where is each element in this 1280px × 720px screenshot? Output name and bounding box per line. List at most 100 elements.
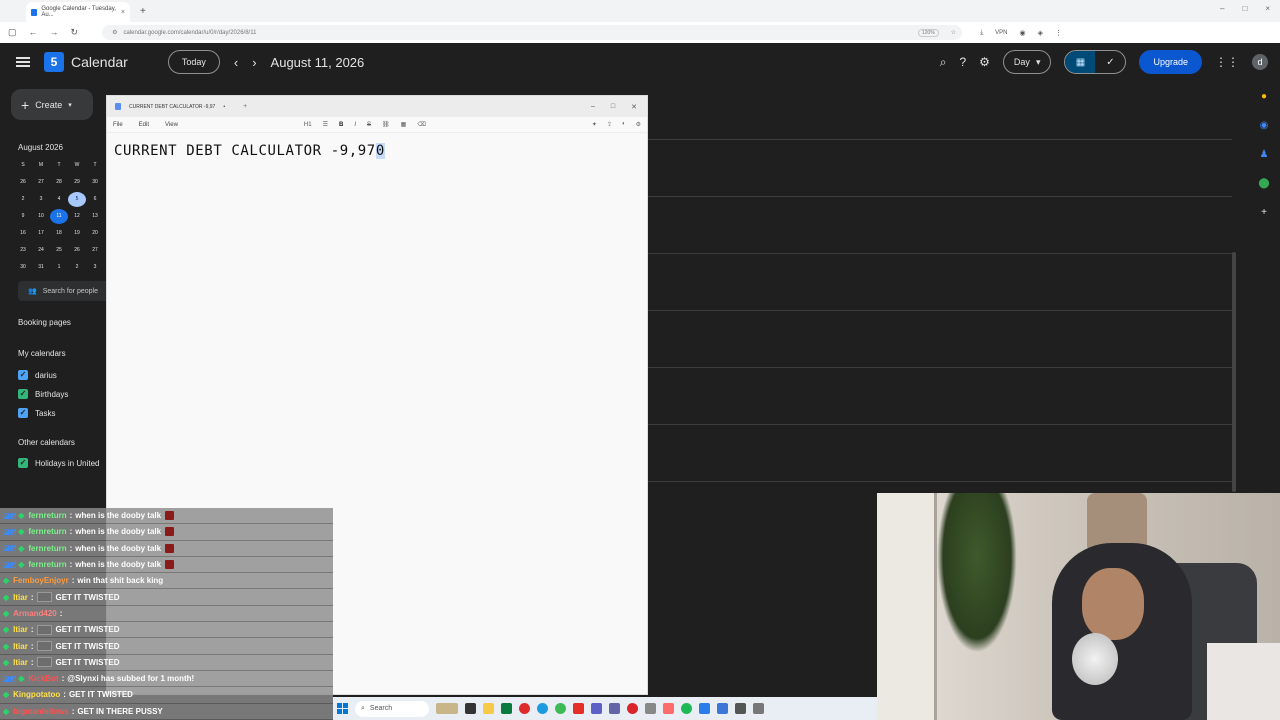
chat-username[interactable]: Kingpotatoo [13, 690, 60, 699]
calendar-item-birthdays[interactable]: ✓ Birthdays [18, 389, 68, 399]
avatar[interactable]: d [1252, 54, 1268, 70]
next-day-icon[interactable]: › [252, 55, 256, 70]
address-bar[interactable]: ⚙ calendar.google.com/calendar/u/0/r/day… [102, 25, 963, 40]
tasks-icon[interactable]: ◉ [1260, 120, 1269, 131]
copilot-icon[interactable]: ✦ [592, 121, 597, 128]
heading-select[interactable]: H1 [304, 122, 312, 128]
mini-day[interactable]: 19 [68, 226, 86, 241]
link-icon[interactable]: ⛓ [382, 121, 390, 128]
chat-username[interactable]: Itiar [13, 642, 28, 651]
opera-icon[interactable] [519, 703, 530, 714]
mini-day[interactable]: 29 [68, 175, 86, 190]
chat-username[interactable]: Itiar [13, 593, 28, 602]
forward-icon[interactable]: → [50, 27, 59, 38]
mini-day-today[interactable]: 11 [50, 209, 68, 224]
chat-username[interactable]: Itiar [13, 625, 28, 634]
chat-username[interactable]: KickBot [28, 674, 58, 683]
youtube-icon[interactable] [573, 703, 584, 714]
app-icon[interactable] [501, 703, 512, 714]
search-people-input[interactable]: 👥 Search for people [18, 281, 106, 301]
apps-grid-icon[interactable]: ⋮⋮ [1215, 55, 1239, 69]
day-grid[interactable] [648, 95, 1232, 495]
mini-day[interactable]: 31 [32, 260, 50, 275]
unsaved-dot-icon[interactable]: • [223, 104, 225, 110]
share-icon[interactable]: ⇪ [607, 121, 612, 128]
mini-day[interactable]: 3 [86, 260, 104, 275]
chat-username[interactable]: fernreturn [28, 511, 66, 520]
app-icon[interactable] [717, 703, 728, 714]
mini-day[interactable]: 20 [86, 226, 104, 241]
maximize-icon[interactable]: □ [1242, 4, 1247, 13]
mini-day[interactable]: 3 [32, 192, 50, 207]
vpn-button[interactable]: VPN [995, 30, 1007, 36]
mini-day[interactable]: 27 [86, 243, 104, 258]
mini-day[interactable]: 12 [68, 209, 86, 224]
other-calendars-heading[interactable]: Other calendars [18, 438, 75, 447]
list-icon[interactable]: ☰ [323, 121, 328, 128]
settings-gear-icon[interactable] [735, 703, 746, 714]
checkbox-icon[interactable]: ✓ [18, 458, 28, 468]
app-icon[interactable] [609, 703, 620, 714]
bold-icon[interactable]: B [339, 122, 343, 128]
mini-day[interactable]: 16 [14, 226, 32, 241]
calendar-view-icon[interactable]: ▦ [1065, 51, 1096, 73]
wallet-icon[interactable]: ◉ [1020, 29, 1026, 37]
close-window-icon[interactable]: × [1265, 4, 1270, 13]
strikethrough-icon[interactable]: S [367, 122, 371, 128]
help-icon[interactable]: ? [959, 55, 966, 69]
site-info-icon[interactable]: ⚙ [112, 29, 117, 36]
create-button[interactable]: + Create ▾ [11, 89, 93, 120]
settings-gear-icon[interactable]: ⚙ [636, 121, 641, 128]
mini-day[interactable]: 26 [68, 243, 86, 258]
chat-username[interactable]: bigmanfellows [13, 707, 69, 716]
mini-day[interactable]: 18 [50, 226, 68, 241]
mini-day[interactable]: 30 [86, 175, 104, 190]
mini-day[interactable]: 6 [86, 192, 104, 207]
notepad-tab-title[interactable]: CURRENT DEBT CALCULATOR -9,97 [129, 104, 215, 110]
day-grid-scrollbar[interactable] [1232, 252, 1236, 492]
sidebar-toggle-icon[interactable]: ▢ [8, 27, 17, 38]
file-explorer-icon[interactable] [483, 703, 494, 714]
mini-day[interactable]: 2 [14, 192, 32, 207]
table-icon[interactable]: ▦ [401, 121, 407, 128]
chat-username[interactable]: Itiar [13, 658, 28, 667]
calendar-item-darius[interactable]: ✓ darius [18, 370, 57, 380]
italic-icon[interactable]: I [354, 122, 356, 128]
search-icon[interactable]: ⌕ [940, 55, 947, 70]
mini-day[interactable]: 27 [32, 175, 50, 190]
menu-view[interactable]: View [165, 122, 178, 128]
task-view-icon[interactable] [465, 703, 476, 714]
download-icon[interactable]: ⤓ [980, 29, 983, 37]
booking-pages-link[interactable]: Booking pages [18, 318, 71, 327]
add-addon-icon[interactable]: + [1261, 207, 1267, 218]
chrome-icon[interactable] [555, 703, 566, 714]
mini-day[interactable]: 4 [50, 192, 68, 207]
mini-day[interactable]: 28 [50, 175, 68, 190]
previous-day-icon[interactable]: ‹ [234, 55, 238, 70]
notepad-text-area[interactable]: CURRENT DEBT CALCULATOR -9,970 [107, 133, 647, 169]
app-icon[interactable] [753, 703, 764, 714]
windows-start-icon[interactable] [337, 703, 348, 714]
close-window-icon[interactable]: ✕ [631, 103, 637, 111]
taskbar-search[interactable]: ⌕ Search [355, 700, 429, 717]
tasks-view-icon[interactable]: ✓ [1095, 51, 1125, 73]
app-icon[interactable] [627, 703, 638, 714]
contacts-icon[interactable]: ♟ [1260, 149, 1269, 160]
minimize-icon[interactable]: – [591, 103, 595, 111]
settings-gear-icon[interactable]: ⚙ [979, 55, 990, 69]
maps-icon[interactable]: ⬤ [1258, 178, 1269, 189]
extension-icon[interactable]: ◈ [1038, 29, 1043, 37]
main-menu-icon[interactable] [16, 57, 30, 67]
maximize-icon[interactable]: □ [611, 103, 615, 111]
menu-dots-icon[interactable]: ⋮ [1055, 29, 1062, 37]
view-select[interactable]: Day ▾ [1002, 50, 1052, 74]
close-tab-icon[interactable]: × [121, 9, 125, 16]
today-button[interactable]: Today [167, 50, 220, 74]
calculator-icon[interactable] [645, 703, 656, 714]
upgrade-button[interactable]: Upgrade [1139, 50, 1202, 74]
chat-username[interactable]: fernreturn [28, 544, 66, 553]
checkbox-icon[interactable]: ✓ [18, 389, 28, 399]
zoom-level[interactable]: 120% [917, 28, 939, 37]
browser-icon[interactable] [663, 703, 674, 714]
mini-day[interactable]: 26 [14, 175, 32, 190]
